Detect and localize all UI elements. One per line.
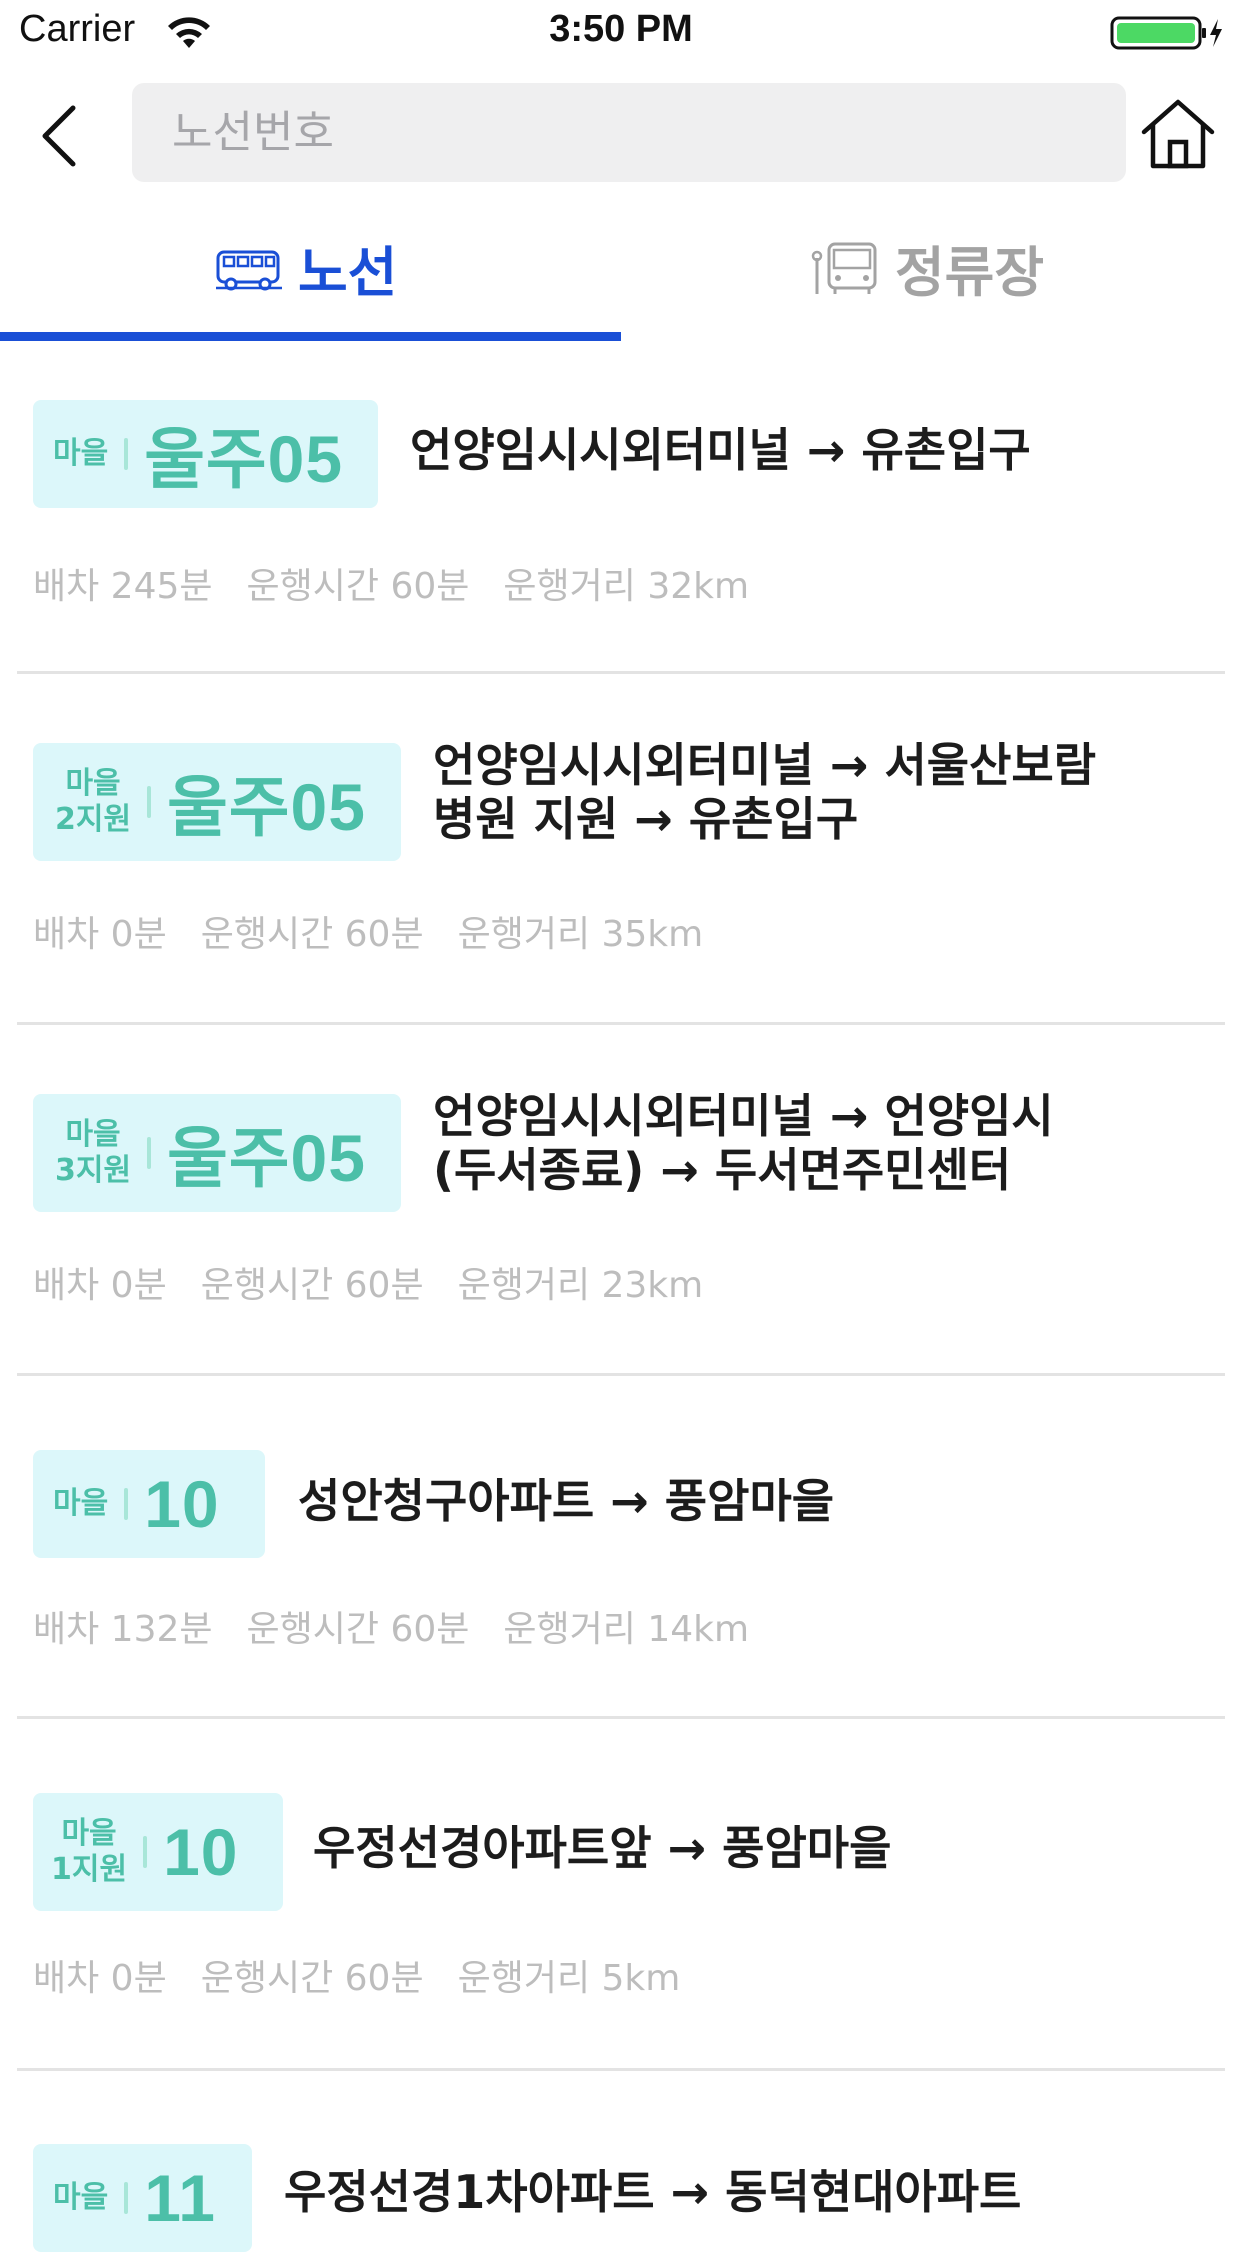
route-badge: 마을 1지원 10 [33,1793,283,1911]
route-badge: 마을 3지원 울주05 [33,1094,401,1212]
route-name: 언양임시시외터미널 → 유촌입구 [410,423,1031,477]
back-button[interactable] [28,92,92,176]
route-name-line: 성안청구아파트 → 풍암마을 [298,1474,835,1528]
home-icon [1141,99,1215,169]
list-divider [17,1022,1225,1025]
route-duration: 운행시간 60분 [246,566,470,607]
badge-divider [124,1488,129,1520]
route-distance: 운행거리 14km [503,1609,750,1650]
route-duration: 운행시간 60분 [246,1609,470,1650]
route-badge: 마을 10 [33,1450,265,1558]
route-number: 10 [144,1467,220,1541]
route-number: 울주05 [144,422,344,496]
route-name: 우정선경1차아파트 → 동덕현대아파트 [284,2165,1021,2219]
tab-bus-stop[interactable]: 정류장 [621,210,1242,340]
route-meta: 배차 132분 운행시간 60분 운행거리 14km [33,1600,749,1652]
status-bar: Carrier 3:50 PM [0,0,1242,66]
route-type-label: 마을 1지원 [51,1816,128,1887]
route-badge: 마을 11 [33,2144,252,2252]
route-badge: 마을 2지원 울주05 [33,743,401,861]
badge-divider [124,2182,129,2214]
route-name: 성안청구아파트 → 풍암마을 [298,1474,834,1528]
route-list-item[interactable]: 마을 울주05 언양임시시외터미널 → 유촌입구 배차 245분 운행시간 60… [0,341,1242,676]
tab-route[interactable]: 노선 [0,210,621,340]
tab-stop-label: 정류장 [895,241,1045,304]
route-distance: 운행거리 23km [457,1265,704,1306]
tab-route-inner: 노선 [214,228,397,307]
badge-divider [147,1137,152,1169]
chevron-left-icon [42,105,76,167]
route-interval: 배차 132분 [33,1609,213,1650]
route-meta: 배차 0분 운행시간 60분 운행거리 35km [33,905,703,957]
route-meta: 배차 245분 운행시간 60분 운행거리 32km [33,557,749,609]
route-duration: 운행시간 60분 [200,1265,424,1306]
list-divider [17,2068,1225,2071]
route-list-item[interactable]: 마을 2지원 울주05 언양임시시외터미널 → 서울산보람 병원 지원 → 유촌… [0,676,1242,1027]
route-meta: 배차 0분 운행시간 60분 운행거리 23km [33,1256,703,1308]
route-name: 언양임시시외터미널 → 언양임시 (두서종료) → 두서면주민센터 [433,1089,1054,1198]
route-list-item[interactable]: 마을 11 우정선경1차아파트 → 동덕현대아파트 [0,2073,1242,2252]
route-name-line: 언양임시시외터미널 → 언양임시 [433,1089,1054,1143]
list-divider [17,671,1225,674]
bus-icon [216,250,282,290]
route-name-line: 병원 지원 → 유촌입구 [433,792,859,847]
route-duration: 운행시간 60분 [200,1958,424,1999]
list-divider [17,1716,1225,1719]
list-divider [17,1373,1225,1376]
route-type-label: 마을 [53,1486,109,1521]
route-name-line: 우정선경1차아파트 → 동덕현대아파트 [284,2165,1022,2219]
route-list: 마을 울주05 언양임시시외터미널 → 유촌입구 배차 245분 운행시간 60… [0,341,1242,2252]
tab-stop-inner: 정류장 [811,228,1044,307]
search-box [132,83,1126,182]
tab-route-label: 노선 [298,241,398,304]
route-badge: 마을 울주05 [33,400,378,508]
route-interval: 배차 0분 [33,1958,167,1999]
route-list-item[interactable]: 마을 10 성안청구아파트 → 풍암마을 배차 132분 운행시간 60분 운행… [0,1378,1242,1721]
route-name: 우정선경아파트앞 → 풍암마을 [313,1821,891,1875]
home-button[interactable] [1136,92,1220,176]
route-number: 11 [144,2161,216,2235]
route-type-label: 마을 3지원 [55,1117,132,1188]
status-time: 3:50 PM [549,8,693,50]
route-interval: 배차 0분 [33,1265,167,1306]
route-type-label: 마을 2지원 [55,766,132,837]
badge-divider [147,786,152,818]
bus-stop-icon [811,242,877,294]
battery-icon [1110,16,1222,50]
badge-divider [124,438,129,470]
route-list-item[interactable]: 마을 3지원 울주05 언양임시시외터미널 → 언양임시 (두서종료) → 두서… [0,1027,1242,1378]
search-input[interactable] [132,83,1126,182]
route-duration: 운행시간 60분 [200,914,424,955]
route-distance: 운행거리 32km [503,566,750,607]
route-number: 울주05 [167,770,366,844]
route-list-item[interactable]: 마을 1지원 10 우정선경아파트앞 → 풍암마을 배차 0분 운행시간 60분… [0,1721,1242,2073]
route-number: 10 [163,1815,239,1889]
route-name-line: (두서종료) → 두서면주민센터 [433,1143,1012,1198]
route-name-line: 언양임시시외터미널 → 유촌입구 [410,423,1031,477]
route-interval: 배차 0분 [33,914,167,955]
route-type-label: 마을 [53,436,109,471]
route-name-line: 언양임시시외터미널 → 서울산보람 [433,738,1097,792]
tab-active-indicator [0,332,621,341]
route-name: 언양임시시외터미널 → 서울산보람 병원 지원 → 유촌입구 [433,738,1096,847]
route-name-line: 우정선경아파트앞 → 풍암마을 [313,1821,892,1875]
badge-divider [143,1836,148,1868]
route-interval: 배차 245분 [33,566,213,607]
route-type-label: 마을 [53,2180,109,2215]
route-meta: 배차 0분 운행시간 60분 운행거리 5km [33,1949,680,2001]
route-number: 울주05 [167,1121,366,1195]
route-distance: 운행거리 5km [457,1958,681,1999]
route-distance: 운행거리 35km [457,914,704,955]
